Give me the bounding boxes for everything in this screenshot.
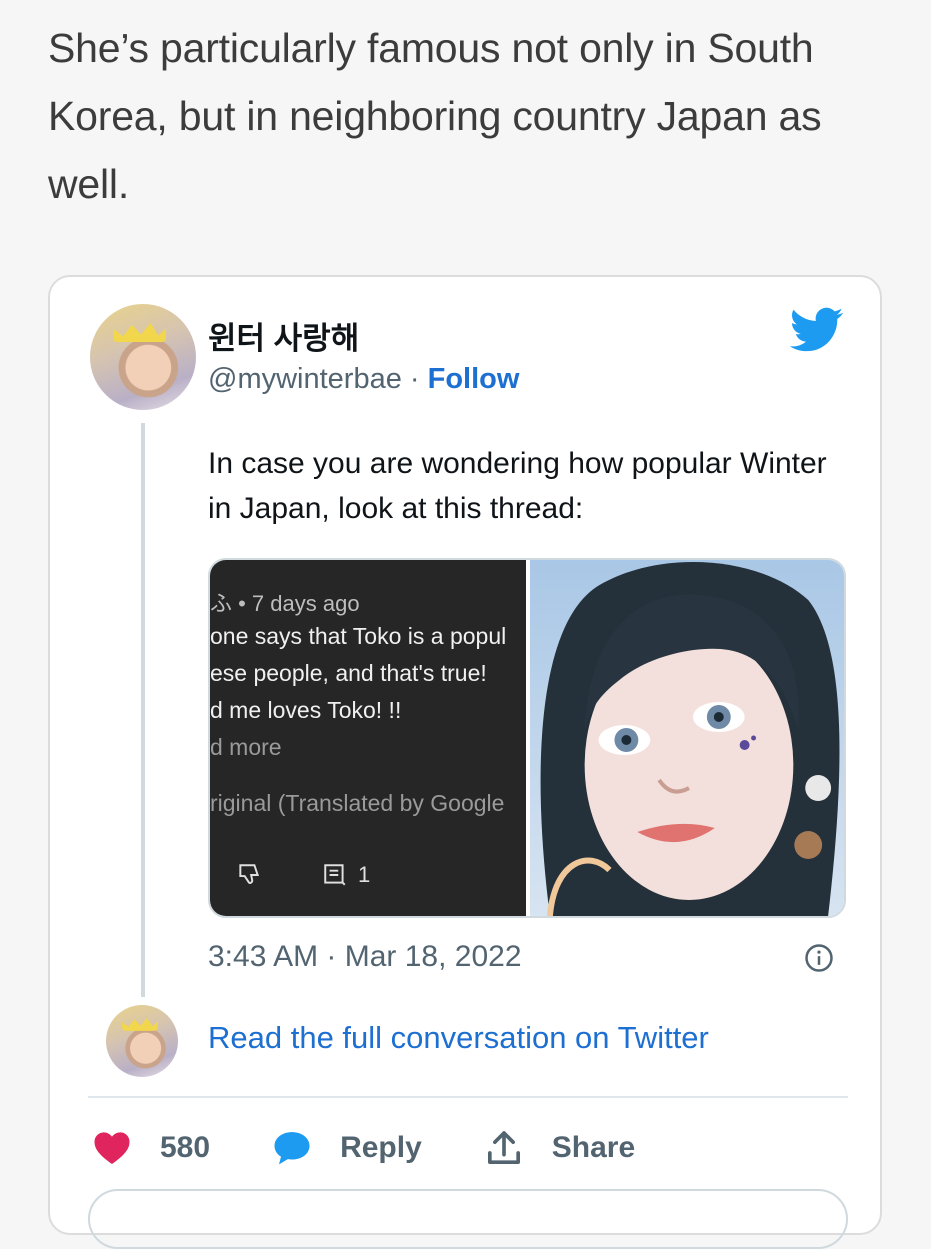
thread-line [141, 423, 145, 997]
reply-bubble-icon[interactable] [272, 1128, 312, 1168]
info-icon[interactable] [804, 943, 834, 973]
tweet-media[interactable]: ふ • 7 days ago one says that Toko is a p… [208, 558, 846, 918]
conversation-avatar[interactable] [106, 1005, 178, 1077]
media-screenshot-image[interactable]: ふ • 7 days ago one says that Toko is a p… [210, 560, 526, 916]
author-handle[interactable]: @mywinterbae [208, 363, 402, 395]
divider [88, 1096, 848, 1098]
screenshot-icons: 1 [236, 862, 370, 888]
author-display-name[interactable]: 윈터 사랑해 [208, 313, 359, 358]
screenshot-line: ese people, and that's true! [210, 660, 487, 686]
screenshot-translated: riginal (Translated by Google [210, 790, 505, 816]
author-avatar[interactable] [90, 304, 196, 410]
heart-icon[interactable] [92, 1128, 132, 1168]
reply-button[interactable]: Reply [340, 1131, 422, 1165]
share-icon[interactable] [484, 1128, 524, 1168]
media-portrait-image[interactable] [530, 560, 844, 916]
screenshot-line: d me loves Toko! !! [210, 697, 402, 723]
read-full-conversation-link[interactable]: Read the full conversation on Twitter [208, 1020, 709, 1056]
article-paragraph: She’s particularly famous not only in So… [48, 25, 822, 207]
more-tweets-button[interactable] [88, 1189, 848, 1249]
tweet-actions: 580 Reply Share [92, 1125, 635, 1171]
follow-button[interactable]: Follow [428, 363, 520, 395]
portrait-illustration [540, 562, 840, 916]
embedded-tweet-card[interactable]: 윈터 사랑해 @mywinterbae · Follow In case you… [48, 275, 882, 1249]
share-button[interactable]: Share [552, 1131, 635, 1165]
screenshot-comment-count: 1 [358, 862, 371, 887]
screenshot-meta: ふ • 7 days ago [210, 591, 360, 616]
tweet-timestamp[interactable]: 3:43 AM · Mar 18, 2022 [208, 940, 522, 974]
handle-separator: · [401, 363, 428, 395]
like-count[interactable]: 580 [160, 1131, 210, 1165]
tweet-text: In case you are wondering how popular Wi… [208, 447, 827, 525]
screenshot-read-more: d more [210, 734, 282, 760]
author-handle-row: @mywinterbae · Follow [208, 363, 519, 396]
comment-icon [324, 864, 346, 886]
thumbs-down-icon [239, 864, 260, 884]
twitter-bird-icon[interactable] [790, 307, 844, 353]
screenshot-line: one says that Toko is a popul [210, 623, 507, 649]
